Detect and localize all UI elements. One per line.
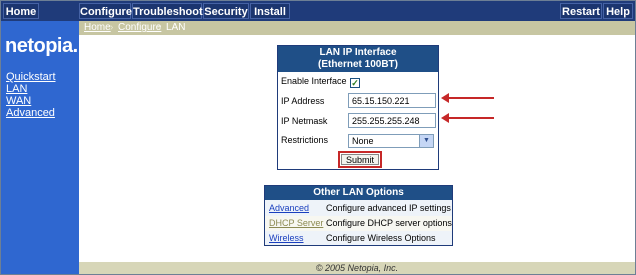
option-row: Advanced Configure advanced IP settings (265, 201, 452, 216)
breadcrumb-configure[interactable]: Configure (118, 21, 161, 35)
chevron-down-icon: ▼ (419, 135, 433, 147)
panel-title-line1: LAN IP Interface (319, 47, 397, 58)
breadcrumb-home[interactable]: Home (84, 21, 111, 35)
annotation-arrow-line (448, 97, 494, 99)
nav-install[interactable]: Install (250, 3, 290, 19)
annotation-arrow-line (448, 117, 494, 119)
breadcrumb: Home › Configure › LAN (79, 21, 635, 35)
sidebar-link-lan[interactable]: LAN (6, 83, 27, 95)
browser-frame: Home Configure Troubleshoot Security Ins… (0, 0, 636, 275)
option-desc: Configure Wireless Options (326, 233, 436, 243)
nav-restart[interactable]: Restart (560, 3, 602, 19)
enable-interface-checkbox[interactable]: ✓ (350, 78, 360, 88)
check-icon: ✓ (351, 78, 359, 88)
panel-title-line2: (Ethernet 100BT) (317, 59, 398, 70)
submit-button[interactable]: Submit (341, 154, 379, 165)
restrictions-value: None (352, 136, 374, 146)
lan-ip-interface-panel: LAN IP Interface (Ethernet 100BT) Enable… (277, 45, 439, 170)
breadcrumb-separator: › (110, 22, 114, 33)
ip-address-label: IP Address (281, 96, 325, 106)
footer-copyright: © 2005 Netopia, Inc. (79, 262, 635, 274)
option-link-dhcp-server[interactable]: DHCP Server (269, 216, 323, 231)
other-lan-options-panel: Other LAN Options Advanced Configure adv… (264, 185, 453, 246)
nav-security[interactable]: Security (203, 3, 249, 19)
option-row: Wireless Configure Wireless Options (265, 231, 452, 246)
option-link-advanced[interactable]: Advanced (269, 201, 309, 216)
netopia-logo: netopia. (5, 35, 78, 57)
sidebar-link-advanced[interactable]: Advanced (6, 107, 55, 119)
nav-configure[interactable]: Configure (79, 3, 132, 19)
option-desc: Configure DHCP server options (326, 218, 452, 228)
other-options-title: Other LAN Options (265, 186, 452, 200)
top-nav: Home Configure Troubleshoot Security Ins… (1, 1, 635, 21)
enable-interface-label: Enable Interface (281, 76, 347, 86)
ip-netmask-input[interactable]: 255.255.255.248 (348, 113, 436, 128)
panel-title: LAN IP Interface (Ethernet 100BT) (278, 46, 438, 72)
option-row: DHCP Server Configure DHCP server option… (265, 216, 452, 231)
sidebar-link-quickstart[interactable]: Quickstart (6, 71, 56, 83)
nav-home[interactable]: Home (3, 3, 39, 19)
sidebar-link-wan[interactable]: WAN (6, 95, 31, 107)
restrictions-select[interactable]: None ▼ (348, 134, 434, 148)
nav-troubleshoot[interactable]: Troubleshoot (132, 3, 203, 19)
ip-netmask-label: IP Netmask (281, 116, 328, 126)
option-desc: Configure advanced IP settings (326, 203, 451, 213)
breadcrumb-lan: LAN (166, 22, 186, 33)
restrictions-label: Restrictions (281, 135, 329, 145)
breadcrumb-separator: › (158, 22, 162, 33)
nav-help[interactable]: Help (603, 3, 633, 19)
option-link-wireless[interactable]: Wireless (269, 231, 304, 246)
ip-address-input[interactable]: 65.15.150.221 (348, 93, 436, 108)
sidebar: netopia. Quickstart LAN WAN Advanced (1, 21, 79, 274)
submit-highlight: Submit (338, 151, 382, 168)
